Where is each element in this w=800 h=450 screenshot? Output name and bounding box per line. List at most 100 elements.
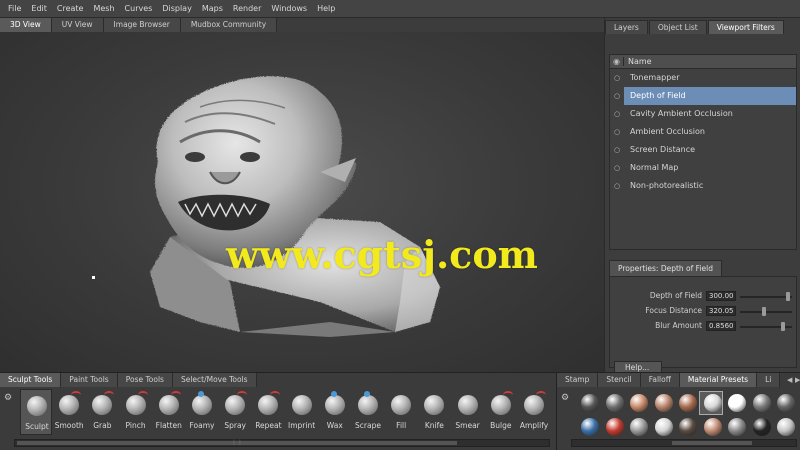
filter-row[interactable]: ○ Screen Distance bbox=[610, 141, 796, 159]
menu-edit[interactable]: Edit bbox=[27, 4, 53, 13]
filter-row[interactable]: ○ Tonemapper bbox=[610, 69, 796, 87]
material-swatch[interactable] bbox=[703, 418, 722, 436]
tool-bulge[interactable]: Bulge bbox=[485, 389, 517, 435]
material-swatch[interactable] bbox=[654, 418, 673, 436]
visibility-dot-icon[interactable]: ○ bbox=[610, 164, 624, 172]
material-swatch[interactable] bbox=[752, 394, 771, 412]
visibility-dot-icon[interactable]: ○ bbox=[610, 128, 624, 136]
3d-viewport[interactable]: www.cgtsj.com bbox=[0, 32, 604, 372]
menu-help[interactable]: Help bbox=[313, 4, 341, 13]
tab-falloff[interactable]: Falloff bbox=[640, 373, 680, 387]
tab-object-list[interactable]: Object List bbox=[648, 20, 707, 34]
materials-scroll-thumb[interactable] bbox=[672, 441, 752, 445]
tab-stamp[interactable]: Stamp bbox=[557, 373, 599, 387]
tool-smear[interactable]: Smear bbox=[452, 389, 484, 435]
material-swatch[interactable] bbox=[777, 394, 795, 412]
sculpt-model bbox=[92, 76, 440, 337]
menu-display[interactable]: Display bbox=[158, 4, 198, 13]
material-swatch[interactable] bbox=[581, 394, 599, 412]
menu-create[interactable]: Create bbox=[53, 4, 90, 13]
tab-sculpt-tools[interactable]: Sculpt Tools bbox=[0, 373, 62, 387]
filter-row[interactable]: ○ Non-photorealistic bbox=[610, 177, 796, 195]
tab-3d-view[interactable]: 3D View bbox=[0, 18, 52, 32]
tab-li[interactable]: Li bbox=[757, 373, 781, 387]
tool-label: Grab bbox=[93, 421, 112, 430]
material-swatch[interactable] bbox=[703, 394, 722, 412]
menu-file[interactable]: File bbox=[4, 4, 27, 13]
chevron-right-icon[interactable]: ▶ bbox=[795, 376, 800, 384]
material-swatch[interactable] bbox=[728, 418, 746, 436]
brush-accent-icon bbox=[104, 391, 115, 399]
menu-windows[interactable]: Windows bbox=[267, 4, 313, 13]
shelf-scrollbar[interactable]: ⋮⋮ bbox=[14, 439, 550, 447]
material-swatch[interactable] bbox=[630, 394, 648, 412]
tab-mudbox-community[interactable]: Mudbox Community bbox=[180, 18, 278, 32]
filter-row[interactable]: ○ Depth of Field bbox=[610, 87, 796, 105]
menu-maps[interactable]: Maps bbox=[198, 4, 229, 13]
tool-knife[interactable]: Knife bbox=[418, 389, 450, 435]
material-swatch[interactable] bbox=[728, 394, 746, 412]
material-swatch[interactable] bbox=[679, 418, 697, 436]
material-swatch[interactable] bbox=[752, 418, 771, 436]
menu-mesh[interactable]: Mesh bbox=[89, 4, 120, 13]
material-swatch[interactable] bbox=[581, 418, 599, 436]
visibility-dot-icon[interactable]: ○ bbox=[610, 74, 624, 82]
material-swatch[interactable] bbox=[605, 418, 624, 436]
tool-spray[interactable]: Spray bbox=[219, 389, 251, 435]
filter-row[interactable]: ○ Normal Map bbox=[610, 159, 796, 177]
filter-row[interactable]: ○ Ambient Occlusion bbox=[610, 123, 796, 141]
property-value-field[interactable]: 320.05 bbox=[706, 306, 736, 316]
visibility-dot-icon[interactable]: ○ bbox=[610, 146, 624, 154]
gear-icon[interactable]: ⚙ bbox=[4, 393, 12, 403]
tool-wax[interactable]: Wax bbox=[319, 389, 351, 435]
tool-label: Smear bbox=[455, 421, 480, 430]
tab-viewport-filters[interactable]: Viewport Filters bbox=[707, 20, 784, 34]
chevron-left-icon[interactable]: ◀ bbox=[787, 376, 792, 384]
filter-row[interactable]: ○ Cavity Ambient Occlusion bbox=[610, 105, 796, 123]
wax-icon bbox=[324, 395, 345, 415]
tool-imprint[interactable]: Imprint bbox=[286, 389, 318, 435]
tab-material-presets[interactable]: Material Presets bbox=[679, 373, 758, 387]
material-swatch[interactable] bbox=[630, 418, 648, 436]
tool-scrape[interactable]: Scrape bbox=[352, 389, 384, 435]
visibility-dot-icon[interactable]: ○ bbox=[610, 92, 624, 100]
property-value-field[interactable]: 0.8560 bbox=[706, 321, 736, 331]
properties-tab[interactable]: Properties: Depth of Field bbox=[609, 260, 722, 276]
tool-repeat[interactable]: Repeat bbox=[252, 389, 284, 435]
tab-image-browser[interactable]: Image Browser bbox=[103, 18, 181, 32]
material-swatch[interactable] bbox=[679, 394, 697, 412]
tool-flatten[interactable]: Flatten bbox=[153, 389, 185, 435]
material-gear-icon[interactable]: ⚙ bbox=[561, 393, 569, 403]
material-swatch[interactable] bbox=[654, 394, 673, 412]
property-slider-thumb[interactable] bbox=[785, 292, 790, 301]
tab-layers[interactable]: Layers bbox=[605, 20, 648, 34]
material-swatch[interactable] bbox=[605, 394, 624, 412]
menu-curves[interactable]: Curves bbox=[121, 4, 159, 13]
property-slider-track[interactable] bbox=[740, 296, 792, 298]
property-value-field[interactable]: 300.00 bbox=[706, 291, 736, 301]
tab-pose-tools[interactable]: Pose Tools bbox=[117, 373, 173, 387]
materials-panel: Stamp Stencil Falloff Material Presets Li ◀ … bbox=[556, 372, 800, 450]
tab-stencil[interactable]: Stencil bbox=[598, 373, 641, 387]
tool-sculpt[interactable]: Sculpt bbox=[20, 389, 52, 435]
materials-scrollbar[interactable] bbox=[571, 439, 797, 447]
material-swatch[interactable] bbox=[777, 418, 795, 436]
visibility-dot-icon[interactable]: ○ bbox=[610, 110, 624, 118]
property-row: Focus Distance 320.05 bbox=[610, 306, 796, 318]
tool-grab[interactable]: Grab bbox=[86, 389, 118, 435]
brush-accent-icon bbox=[270, 391, 281, 399]
tab-paint-tools[interactable]: Paint Tools bbox=[61, 373, 118, 387]
property-slider-thumb[interactable] bbox=[780, 322, 785, 331]
tab-select-move-tools[interactable]: Select/Move Tools bbox=[172, 373, 257, 387]
filter-label: Non-photorealistic bbox=[630, 181, 704, 190]
property-slider-thumb[interactable] bbox=[761, 307, 766, 316]
tool-foamy[interactable]: Foamy bbox=[186, 389, 218, 435]
visibility-dot-icon[interactable]: ○ bbox=[610, 182, 624, 190]
tool-pinch[interactable]: Pinch bbox=[120, 389, 152, 435]
tool-amplify[interactable]: Amplify bbox=[518, 389, 550, 435]
tool-fill[interactable]: Fill bbox=[385, 389, 417, 435]
tool-smooth[interactable]: Smooth bbox=[53, 389, 85, 435]
property-slider-track[interactable] bbox=[740, 311, 792, 313]
tab-uv-view[interactable]: UV View bbox=[51, 18, 104, 32]
menu-render[interactable]: Render bbox=[229, 4, 267, 13]
